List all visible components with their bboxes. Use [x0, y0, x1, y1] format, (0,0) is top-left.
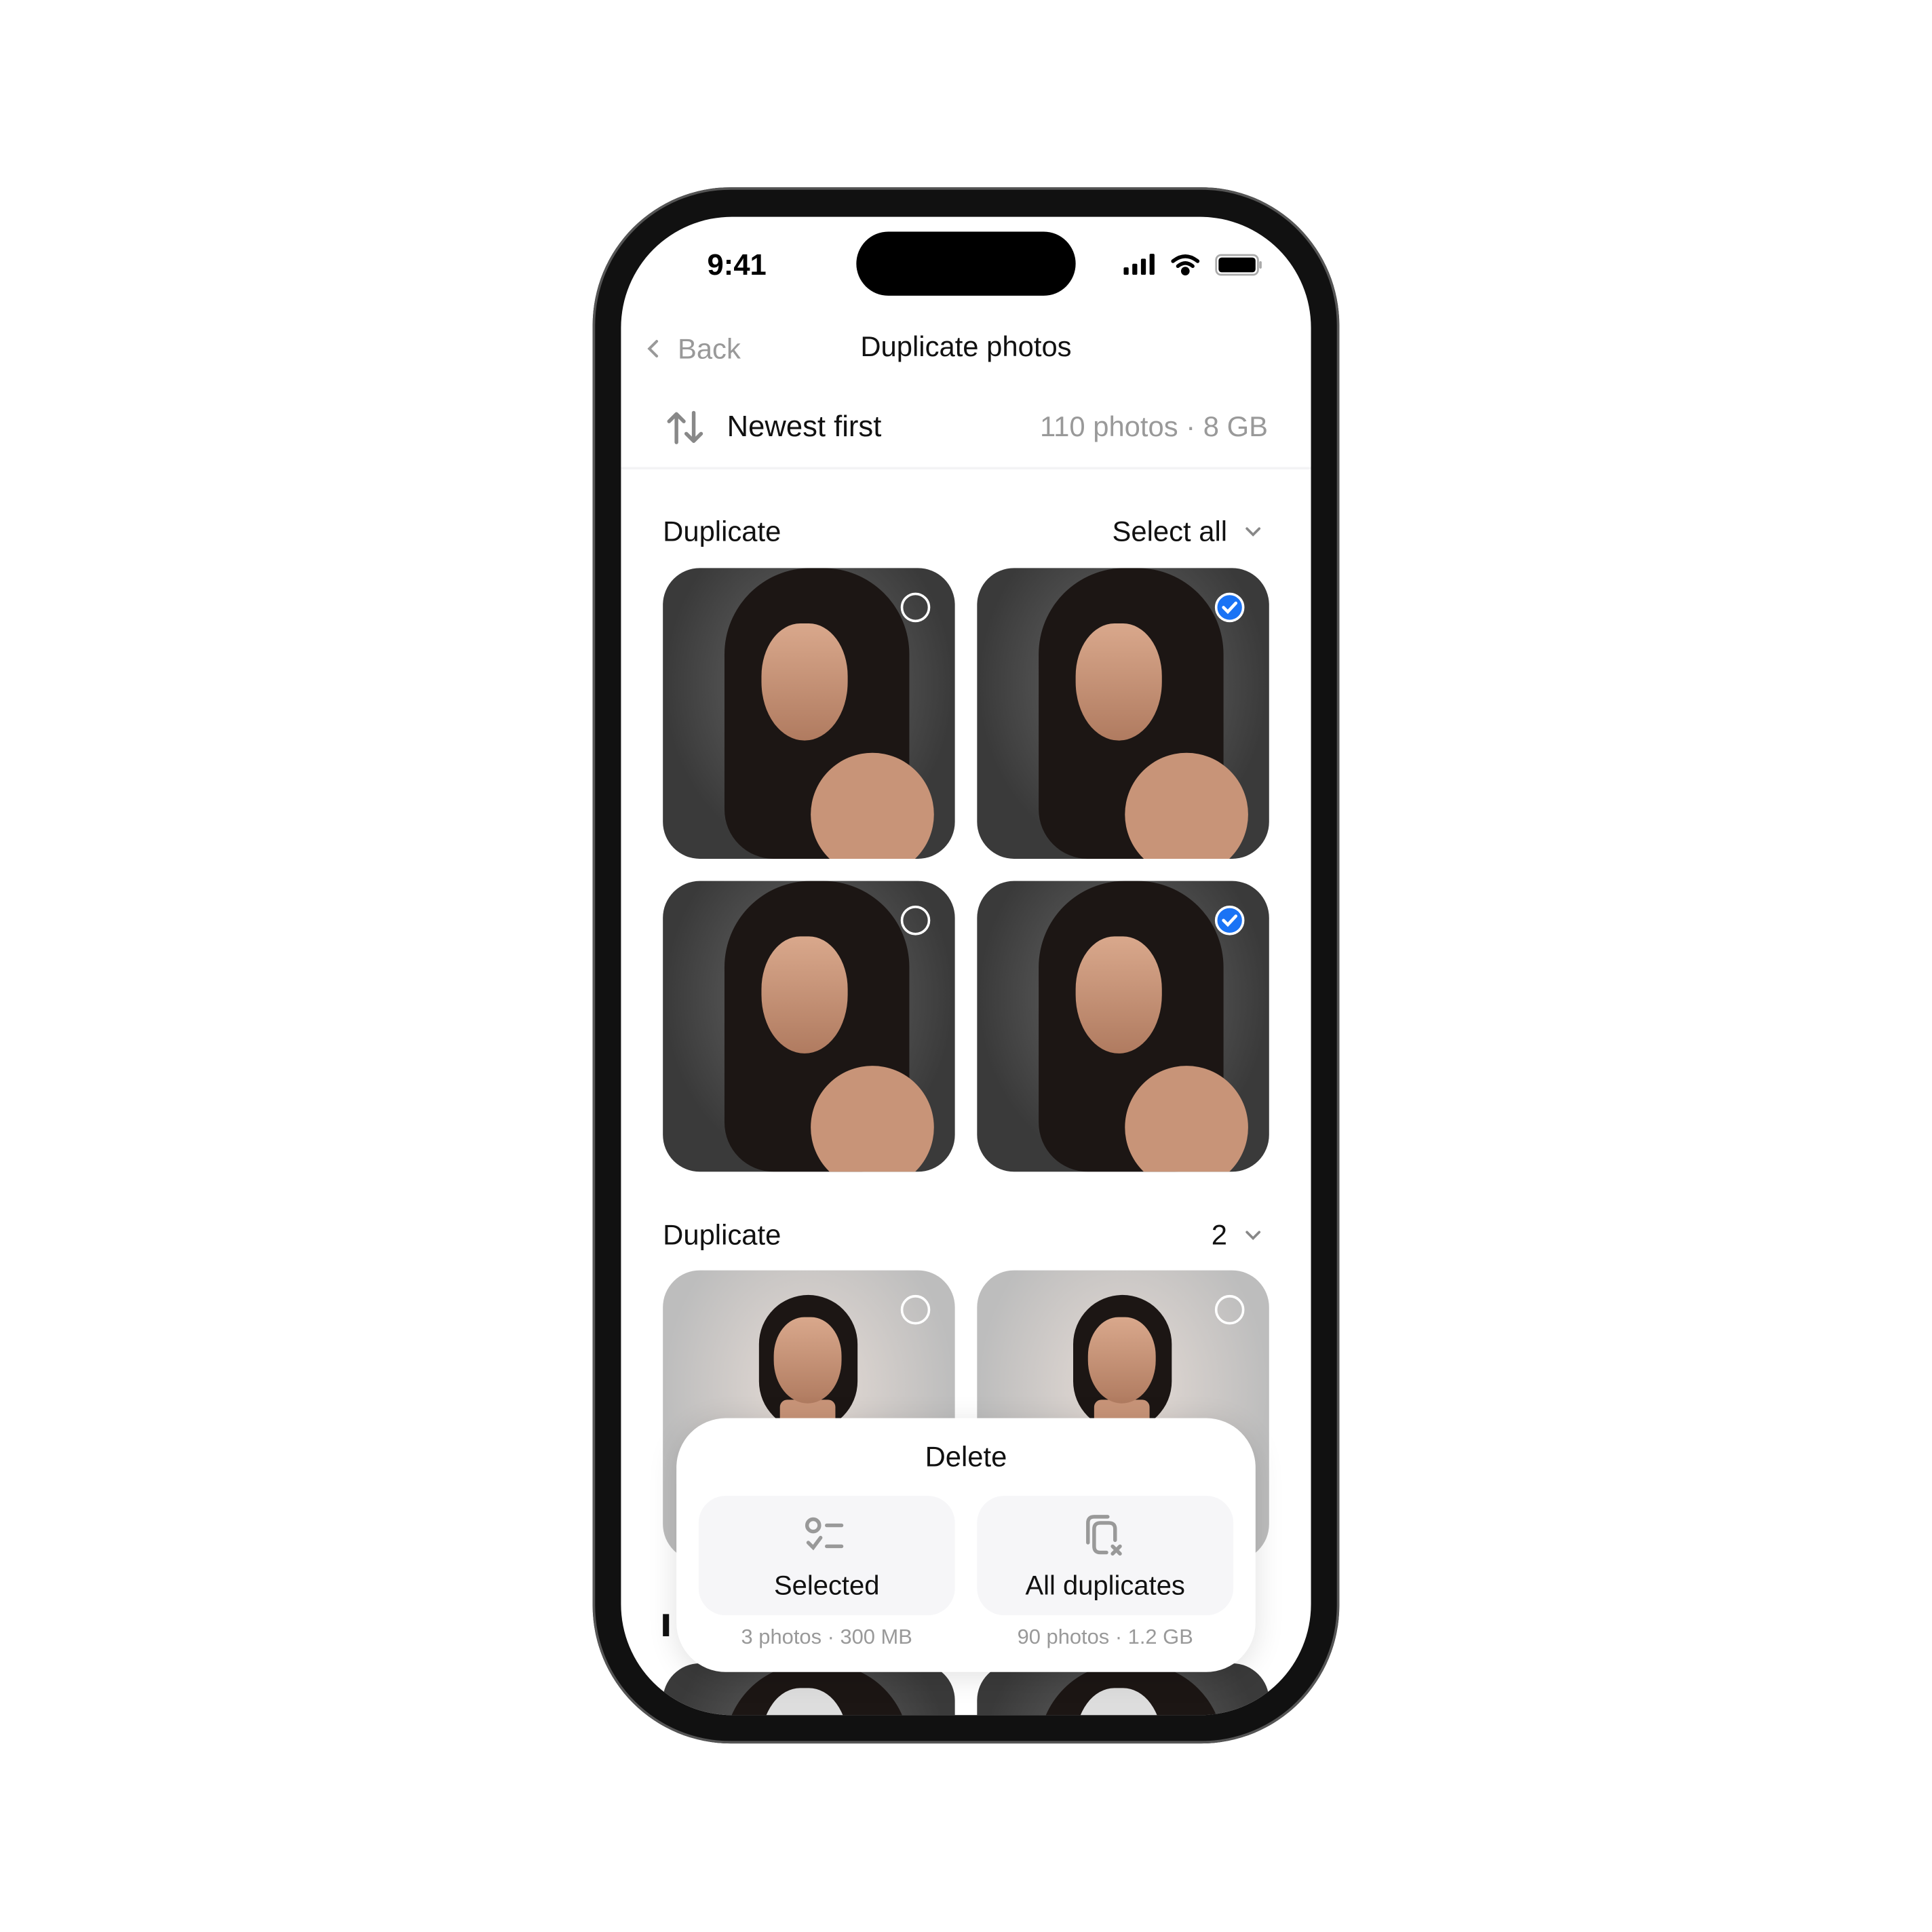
checkmark-icon[interactable] — [1214, 592, 1245, 623]
photo-thumbnail[interactable] — [663, 568, 955, 859]
delete-all-label: All duplicates — [1025, 1569, 1185, 1601]
checkmark-icon[interactable] — [1214, 905, 1245, 935]
sort-label: Newest first — [727, 410, 882, 444]
status-icons — [1123, 254, 1262, 276]
status-time: 9:41 — [707, 248, 767, 282]
delete-selected-label: Selected — [773, 1569, 880, 1601]
sheet-title: Delete — [925, 1440, 1007, 1473]
unchecked-circle-icon[interactable] — [900, 592, 931, 623]
wifi-icon — [1171, 254, 1200, 275]
sort-arrows-icon — [667, 410, 703, 444]
divider — [621, 467, 1311, 470]
library-summary: 110 photos · 8 GB — [1040, 410, 1268, 443]
dynamic-island — [856, 231, 1076, 296]
screen: 9:41 Back Duplicate photos Newest first … — [621, 216, 1311, 1716]
battery-icon — [1215, 254, 1262, 276]
select-all-button[interactable]: Select all — [1113, 515, 1262, 548]
photo-thumbnail[interactable] — [977, 881, 1269, 1172]
unchecked-circle-icon[interactable] — [900, 905, 931, 935]
page-title: Duplicate photos — [860, 330, 1072, 362]
group-title: Duplicate — [663, 1218, 781, 1251]
group-title: Duplicate — [663, 515, 781, 547]
delete-all-detail: 90 photos · 1.2 GB — [1017, 1625, 1193, 1649]
unchecked-circle-icon[interactable] — [1214, 1294, 1245, 1325]
delete-sheet: Delete Selected 3 photos · 300 MB All du… — [676, 1418, 1256, 1672]
unchecked-circle-icon[interactable] — [900, 1294, 931, 1325]
delete-all-duplicates-button[interactable]: All duplicates — [977, 1495, 1234, 1616]
select-all-label: Select all — [1112, 515, 1228, 547]
photo-thumbnail[interactable] — [663, 881, 955, 1172]
photo-thumbnail[interactable] — [977, 568, 1269, 859]
group-title-partial — [663, 1614, 670, 1637]
delete-selected-detail: 3 photos · 300 MB — [741, 1625, 912, 1649]
sort-button[interactable]: Newest first — [665, 409, 882, 446]
delete-selected-button[interactable]: Selected — [698, 1495, 955, 1616]
copy-remove-icon — [1086, 1515, 1122, 1556]
chevron-down-icon — [1245, 526, 1261, 536]
signal-icon — [1123, 254, 1155, 275]
chevron-down-icon — [1245, 1230, 1261, 1240]
group-count-button[interactable]: 2 — [1212, 1218, 1262, 1252]
checklist-icon — [805, 1517, 844, 1551]
group-count: 2 — [1211, 1218, 1228, 1251]
